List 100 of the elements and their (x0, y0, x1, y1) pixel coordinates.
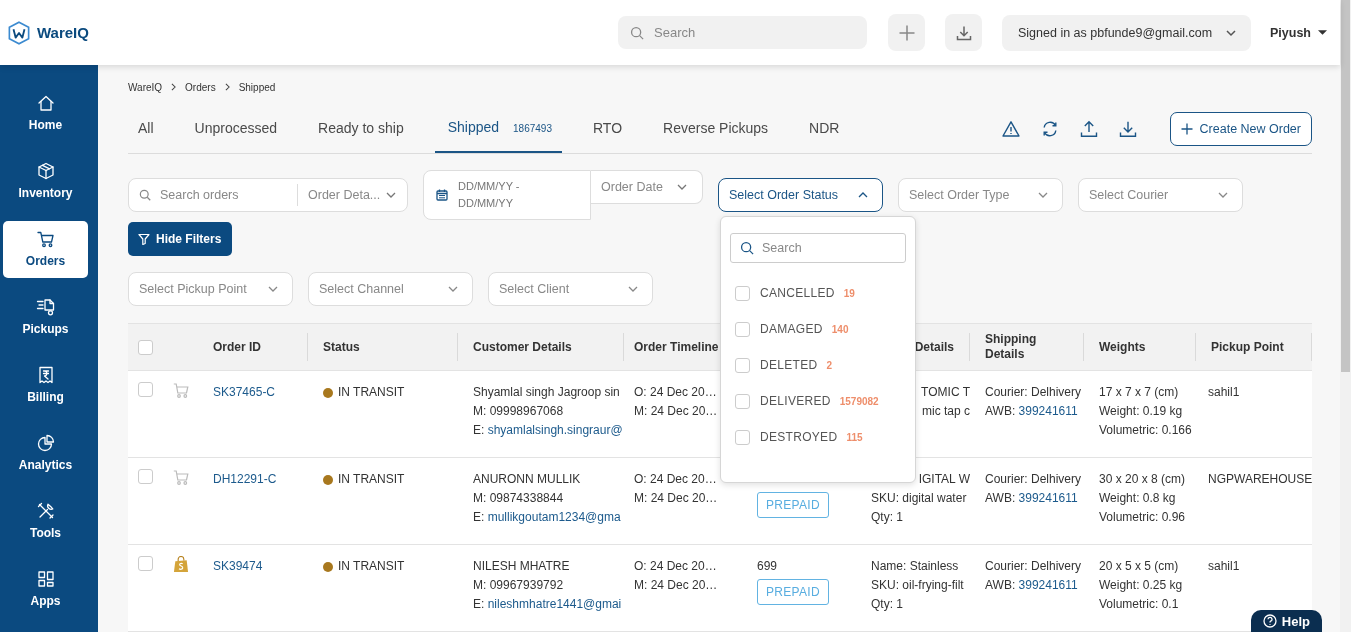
date-range-field[interactable]: DD/MM/YY - DD/MM/YY (423, 170, 591, 220)
column-header: Weights (1099, 339, 1146, 355)
product-detail: SKU: oil-frying-filt (871, 578, 964, 592)
order-id-link[interactable]: DH12291-C (213, 472, 277, 486)
email-link[interactable]: shyamlalsingh.singraur@ (487, 423, 623, 437)
weight-detail: Weight: 0.8 kg (1099, 491, 1176, 505)
download-icon (955, 24, 972, 41)
add-button[interactable] (888, 14, 925, 51)
document-list-icon (35, 297, 56, 317)
tab[interactable]: NDR (799, 106, 850, 152)
warning-icon[interactable] (1001, 120, 1020, 138)
select-dropdown[interactable]: Select Pickup Point (128, 272, 293, 306)
order-id-link[interactable]: SK39474 (213, 559, 263, 573)
select-dropdown[interactable]: Select Client (488, 272, 653, 306)
menu-search-field[interactable]: Search (730, 233, 906, 263)
weight-detail: 20 x 5 x 5 (cm) (1099, 559, 1179, 573)
checkbox[interactable] (138, 469, 153, 484)
date-type-select[interactable]: Order Date (591, 170, 703, 204)
payment-mode-badge: PREPAID (757, 492, 829, 518)
pickup-point: sahil1 (1208, 385, 1240, 399)
order-search-input[interactable]: Search orders (160, 188, 288, 202)
checkbox[interactable] (735, 321, 750, 337)
product-detail: TOMIC T (921, 385, 970, 399)
customer-phone: M: 09967939792 (473, 578, 564, 592)
order-amount: 699 (757, 559, 778, 573)
timeline-date: M: 24 Dec 20… (634, 491, 718, 505)
tab[interactable]: RTO (583, 106, 633, 152)
sidebar-item[interactable]: Pickups (3, 289, 88, 346)
breadcrumb-link[interactable]: Orders (185, 81, 216, 93)
checkbox[interactable] (735, 285, 750, 301)
option-count: 140 (831, 323, 849, 335)
upload-icon[interactable] (1079, 120, 1098, 138)
option-label[interactable]: DAMAGED (760, 322, 823, 336)
breadcrumb-link[interactable]: WareIQ (128, 81, 163, 93)
checkbox[interactable] (735, 393, 750, 409)
awb-link[interactable]: 399241611 (1018, 404, 1078, 418)
product-detail: Name: Stainless (871, 559, 959, 573)
awb-link[interactable]: 399241611 (1018, 578, 1078, 592)
chevron-right-icon (171, 83, 177, 91)
awb-label: AWB: (985, 578, 1016, 592)
select-dropdown[interactable]: Select Channel (308, 272, 473, 306)
sidebar-item[interactable]: Orders (3, 221, 88, 278)
column-header: Pickup Point (1211, 339, 1284, 355)
email-label: E: (473, 597, 485, 611)
awb-link[interactable]: 399241611 (1018, 491, 1078, 505)
help-button[interactable]: Help (1250, 610, 1322, 632)
scrollbar[interactable] (1340, 0, 1351, 632)
question-circle-icon (1262, 614, 1277, 628)
email-link[interactable]: mullikgoutam1234@gma (487, 510, 621, 524)
checkbox[interactable] (735, 429, 750, 445)
scrollbar-thumb[interactable] (1341, 0, 1350, 372)
grid-icon (35, 569, 56, 589)
tab[interactable]: Unprocessed (184, 106, 288, 152)
sidebar-item[interactable]: Analytics (3, 425, 88, 482)
email-label: E: (473, 510, 485, 524)
timeline-date: O: 24 Dec 20… (634, 559, 717, 573)
tab[interactable]: Reverse Pickups (653, 106, 779, 152)
status-text: IN TRANSIT (338, 471, 405, 488)
tab[interactable]: Ready to ship (308, 106, 414, 152)
search-by-select[interactable]: Order Deta... (297, 184, 407, 206)
pie-chart-icon (35, 433, 56, 453)
option-label[interactable]: DESTROYED (760, 430, 838, 444)
cart-icon (173, 382, 189, 399)
user-menu[interactable]: Piyush (1270, 25, 1327, 40)
tab[interactable]: All (128, 106, 164, 152)
tab-count: 1867493 (513, 122, 552, 136)
column-header: Order ID (213, 339, 261, 355)
checkbox[interactable] (138, 556, 153, 571)
search-field[interactable]: Search (618, 16, 867, 49)
order-id-link[interactable]: SK37465-C (213, 385, 276, 399)
product-detail: IGITAL W (918, 472, 970, 486)
sidebar-item[interactable]: Tools (3, 493, 88, 550)
account-dropdown[interactable]: Signed in as pbfunde9@gmail.com (1002, 14, 1251, 51)
select-dropdown[interactable]: Select Courier (1078, 178, 1243, 212)
option-label[interactable]: DELETED (760, 358, 818, 372)
sidebar-item[interactable]: Billing (3, 357, 88, 414)
breadcrumb-current: Shipped (238, 81, 276, 93)
caret-down-icon (1318, 30, 1327, 35)
pickup-point: NGPWAREHOUSE (1208, 472, 1313, 486)
checkbox[interactable] (138, 339, 153, 355)
hide-filters-button[interactable]: Hide Filters (128, 222, 232, 256)
select-dropdown[interactable]: Select Order Status (718, 178, 883, 212)
cart-icon (35, 229, 56, 249)
sidebar-item[interactable]: Apps (3, 561, 88, 618)
email-link[interactable]: nileshmhatre1441@gmai (487, 597, 622, 611)
option-label[interactable]: DELIVERED (760, 394, 831, 408)
customer-name: NILESH MHATRE (473, 559, 570, 573)
checkbox[interactable] (138, 382, 153, 397)
status-text: IN TRANSIT (338, 384, 405, 401)
download-button[interactable] (945, 14, 982, 51)
checkbox[interactable] (735, 357, 750, 373)
tab[interactable]: Shipped 1867493 (434, 105, 562, 153)
option-count: 19 (843, 287, 855, 299)
sidebar-item[interactable]: Home (3, 85, 88, 142)
download-icon[interactable] (1118, 120, 1137, 138)
option-label[interactable]: CANCELLED (760, 286, 835, 300)
create-order-button[interactable]: Create New Order (1169, 112, 1312, 146)
sidebar-item[interactable]: Inventory (3, 153, 88, 210)
product-detail: Qty: 1 (871, 597, 903, 611)
select-dropdown[interactable]: Select Order Type (898, 178, 1063, 212)
